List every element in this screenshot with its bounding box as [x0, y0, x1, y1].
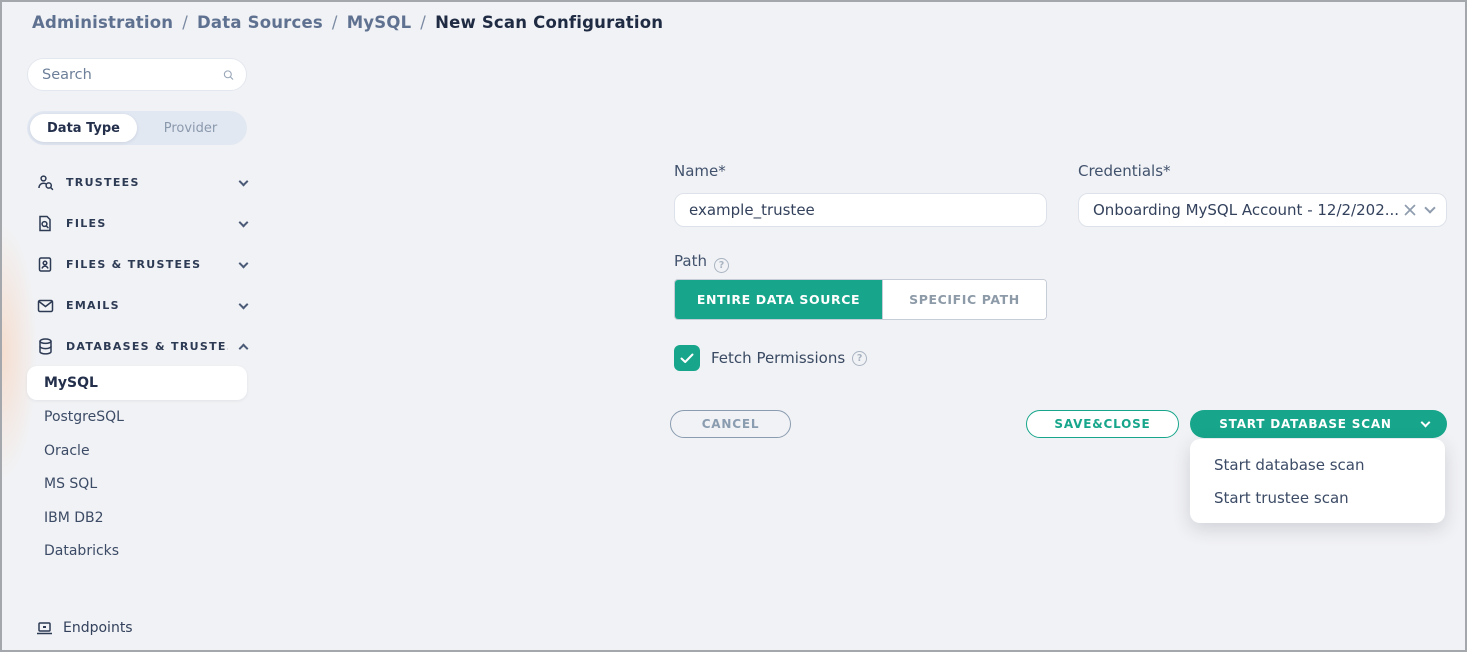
- sidebar-search: [27, 58, 247, 91]
- sidebar-item-files[interactable]: FILES: [27, 203, 255, 244]
- sidebar-item-ibm-db2[interactable]: IBM DB2: [27, 501, 247, 534]
- database-subitem-list: MySQL PostgreSQL Oracle MS SQL IBM DB2 D…: [27, 366, 247, 568]
- breadcrumb-mysql[interactable]: MySQL: [347, 13, 412, 32]
- save-close-button[interactable]: SAVE&CLOSE: [1026, 410, 1179, 438]
- sidebar-item-oracle[interactable]: Oracle: [27, 434, 247, 467]
- entire-data-source-button[interactable]: ENTIRE DATA SOURCE: [675, 280, 883, 319]
- chevron-down-icon: [239, 258, 249, 268]
- sidebar-item-ms-sql[interactable]: MS SQL: [27, 468, 247, 501]
- specific-path-button[interactable]: SPECIFIC PATH: [883, 280, 1046, 319]
- trustee-search-icon: [36, 174, 54, 191]
- breadcrumb-separator: /: [332, 13, 338, 32]
- database-icon: [36, 338, 54, 355]
- name-input[interactable]: [674, 193, 1047, 227]
- chevron-up-icon: [239, 344, 249, 354]
- chevron-down-icon: [1421, 418, 1431, 428]
- breadcrumb-data-sources[interactable]: Data Sources: [197, 13, 323, 32]
- credentials-select[interactable]: Onboarding MySQL Account - 12/2/202...: [1078, 193, 1447, 227]
- check-icon: [680, 353, 694, 364]
- fetch-permissions-help-icon[interactable]: ?: [852, 351, 867, 366]
- clear-credentials-icon[interactable]: [1404, 204, 1416, 216]
- sidebar-item-databases-trustees[interactable]: DATABASES & TRUSTE...: [27, 326, 255, 367]
- menu-item-start-trustee-scan[interactable]: Start trustee scan: [1190, 481, 1445, 514]
- breadcrumb-separator: /: [182, 13, 188, 32]
- menu-item-start-database-scan[interactable]: Start database scan: [1190, 448, 1445, 481]
- credentials-label: Credentials*: [1078, 162, 1171, 180]
- endpoints-label: Endpoints: [63, 620, 133, 636]
- name-label: Name*: [674, 162, 726, 180]
- file-search-icon: [36, 215, 54, 232]
- sidebar-item-trustees[interactable]: TRUSTEES: [27, 162, 255, 203]
- sidebar-category-list: TRUSTEES FILES FILES & TRUSTEES: [27, 162, 255, 367]
- sidebar-item-files-trustees[interactable]: FILES & TRUSTEES: [27, 244, 255, 285]
- scan-options-menu: Start database scan Start trustee scan: [1190, 439, 1445, 523]
- chevron-down-icon: [239, 299, 249, 309]
- breadcrumb-administration[interactable]: Administration: [32, 13, 173, 32]
- sidebar-item-label: DATABASES & TRUSTE...: [66, 340, 228, 353]
- tab-data-type[interactable]: Data Type: [30, 114, 137, 142]
- breadcrumb-current-page: New Scan Configuration: [435, 13, 663, 32]
- sidebar-item-mysql[interactable]: MySQL: [27, 366, 247, 400]
- sidebar-item-endpoints[interactable]: Endpoints: [36, 620, 133, 636]
- sidebar-item-emails[interactable]: EMAILS: [27, 285, 255, 326]
- new-scan-configuration-page: Administration / Data Sources / MySQL / …: [0, 0, 1467, 652]
- search-input[interactable]: [42, 67, 223, 83]
- sidebar-item-postgresql[interactable]: PostgreSQL: [27, 401, 247, 434]
- chevron-down-icon: [239, 217, 249, 227]
- path-label: Path?: [674, 252, 729, 273]
- chevron-down-icon: [239, 176, 249, 186]
- sidebar-item-label: TRUSTEES: [66, 176, 228, 189]
- tab-provider[interactable]: Provider: [137, 114, 244, 142]
- file-trustee-icon: [36, 256, 54, 273]
- breadcrumb-separator: /: [420, 13, 426, 32]
- sidebar-item-label: FILES: [66, 217, 228, 230]
- fetch-permissions-label: Fetch Permissions: [711, 349, 845, 367]
- chevron-down-icon[interactable]: [1424, 202, 1435, 213]
- fetch-permissions-checkbox[interactable]: [674, 345, 700, 371]
- sidebar-item-databricks[interactable]: Databricks: [27, 535, 247, 568]
- path-help-icon[interactable]: ?: [714, 258, 729, 273]
- search-icon: [223, 67, 234, 83]
- cancel-button[interactable]: CANCEL: [670, 410, 791, 438]
- credentials-selected-value: Onboarding MySQL Account - 12/2/202...: [1093, 201, 1398, 219]
- fetch-permissions-row: Fetch Permissions ?: [674, 345, 867, 371]
- start-database-scan-label: START DATABASE SCAN: [1219, 417, 1392, 431]
- envelope-icon: [36, 299, 54, 313]
- endpoints-icon: [36, 621, 53, 636]
- breadcrumb: Administration / Data Sources / MySQL / …: [32, 13, 663, 32]
- sidebar-tab-switcher: Data Type Provider: [27, 111, 247, 145]
- start-database-scan-button[interactable]: START DATABASE SCAN: [1190, 410, 1447, 438]
- sidebar-item-label: EMAILS: [66, 299, 228, 312]
- path-toggle-group: ENTIRE DATA SOURCE SPECIFIC PATH: [674, 279, 1047, 320]
- sidebar-item-label: FILES & TRUSTEES: [66, 258, 228, 271]
